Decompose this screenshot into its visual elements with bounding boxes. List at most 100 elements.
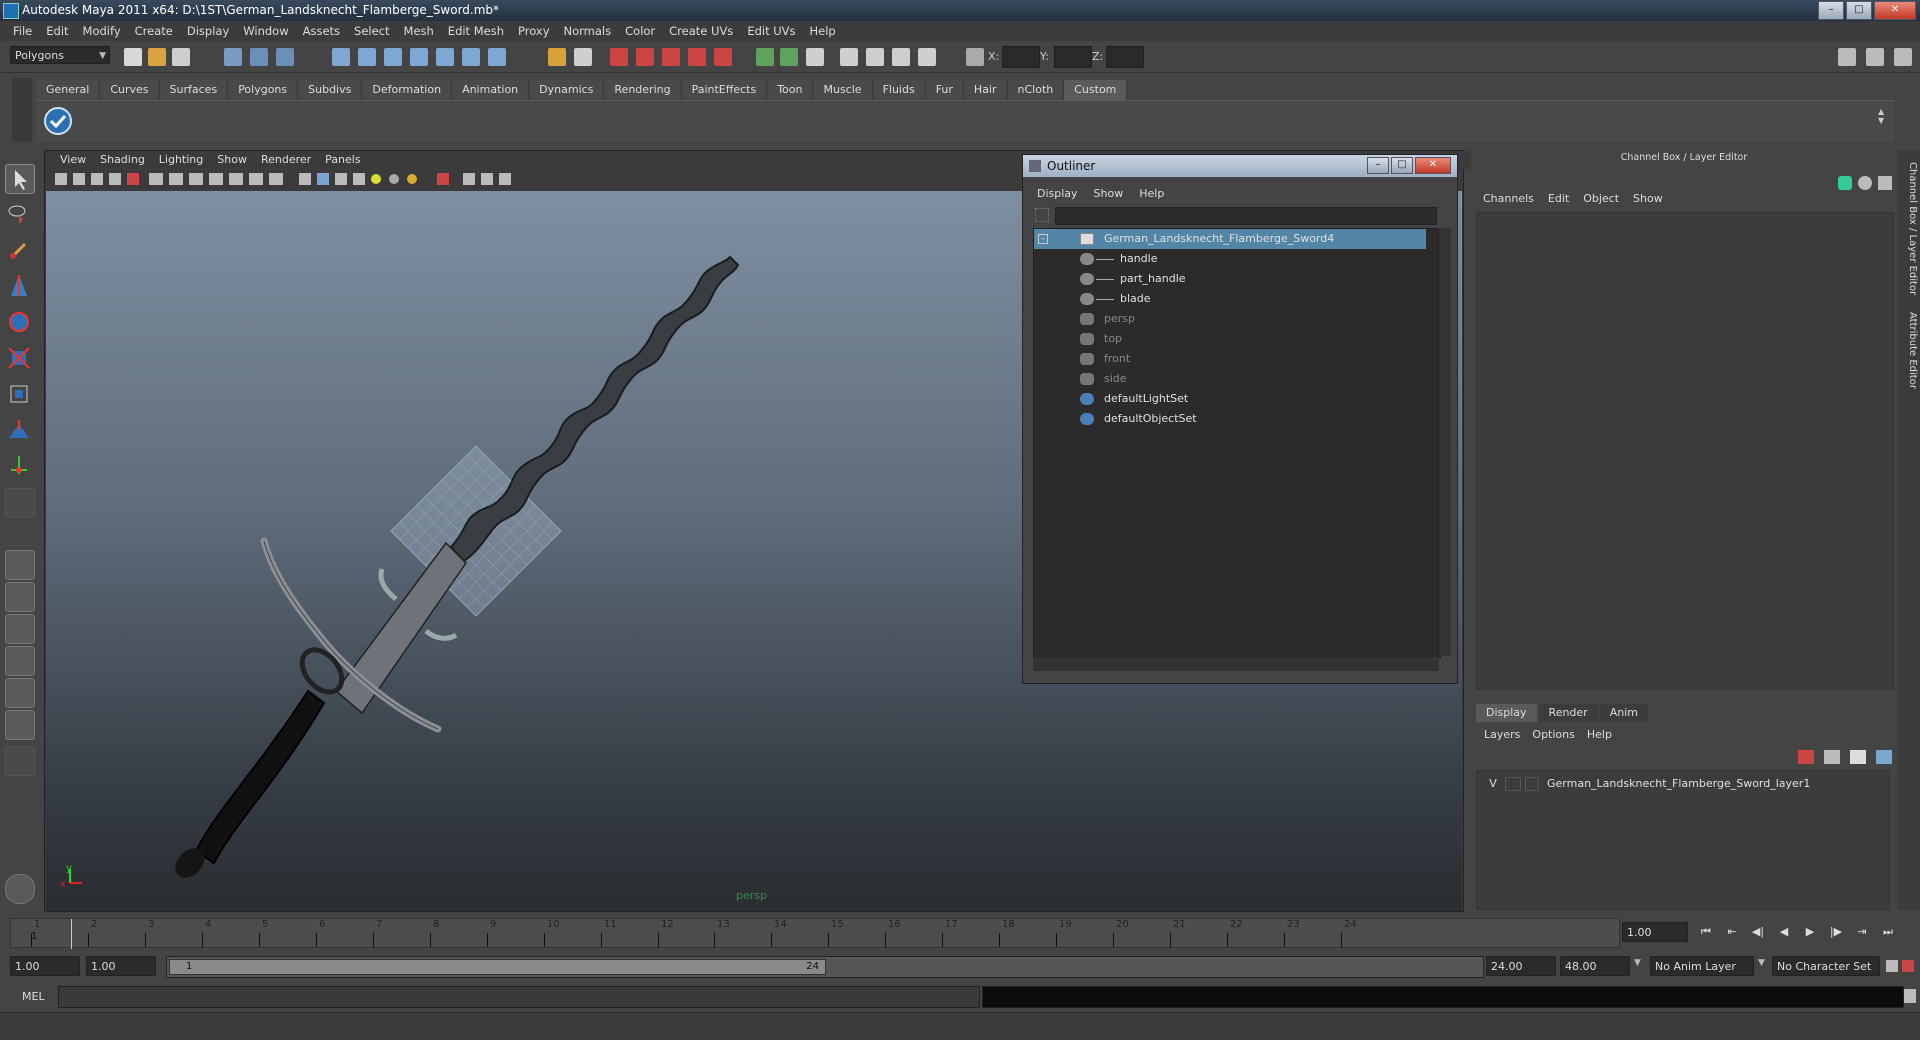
menu-window[interactable]: Window (236, 21, 295, 41)
shelf-tab-curves[interactable]: Curves (100, 80, 160, 100)
lasso-tool-icon[interactable] (5, 200, 33, 228)
mel-label[interactable]: MEL (22, 990, 45, 1003)
shelf-tab-painteffects[interactable]: PaintEffects (681, 80, 768, 100)
vp-menu-lighting[interactable]: Lighting (152, 151, 210, 169)
layer-tab-display[interactable]: Display (1476, 704, 1537, 722)
layer-menu-options[interactable]: Options (1526, 726, 1580, 744)
new-layer-selected-icon[interactable] (1876, 750, 1892, 764)
output-ops-icon[interactable] (780, 48, 798, 66)
step-forward-frame-icon[interactable]: |▶ (1826, 923, 1846, 941)
paint-select-tool-icon[interactable] (5, 236, 33, 264)
soft-modification-icon[interactable] (5, 416, 33, 444)
y-field[interactable] (1054, 46, 1092, 68)
outliner-item-side[interactable]: side (1034, 369, 1426, 389)
snap-surface-icon[interactable] (436, 48, 454, 66)
input-ops-icon[interactable] (756, 48, 774, 66)
mel-input[interactable] (58, 986, 980, 1008)
hyper-icon[interactable] (1878, 176, 1892, 190)
preferences-icon[interactable] (1902, 960, 1914, 972)
channel-box-body[interactable] (1476, 212, 1894, 690)
menu-assets[interactable]: Assets (296, 21, 347, 41)
vp-menu-panels[interactable]: Panels (318, 151, 367, 169)
layer-tab-render[interactable]: Render (1538, 704, 1598, 722)
absolute-transform-icon[interactable] (966, 48, 984, 66)
vp-menu-shading[interactable]: Shading (93, 151, 152, 169)
close-button[interactable]: ✕ (1874, 1, 1916, 20)
outliner-item-front[interactable]: front (1034, 349, 1426, 369)
persp-outliner-layout-icon[interactable] (5, 614, 35, 644)
layer-menu-help[interactable]: Help (1581, 726, 1618, 744)
shelf-tab-rendering[interactable]: Rendering (604, 80, 682, 100)
shelf-tab-surfaces[interactable]: Surfaces (159, 80, 229, 100)
new-scene-icon[interactable] (124, 48, 142, 66)
outliner-horizontal-scrollbar[interactable] (1033, 657, 1439, 671)
shelf-tab-muscle[interactable]: Muscle (813, 80, 873, 100)
shelf-tab-general[interactable]: General (36, 80, 101, 100)
filter-icon[interactable] (1035, 208, 1049, 222)
shelf-tab-fur[interactable]: Fur (925, 80, 964, 100)
outliner-item-default-object-set[interactable]: defaultObjectSet (1034, 409, 1426, 429)
outliner-menu-display[interactable]: Display (1029, 185, 1086, 203)
animation-start-field[interactable]: 1.00 (10, 956, 80, 976)
persp-graph-outliner-layout-icon[interactable] (5, 710, 35, 740)
layer-menu-layers[interactable]: Layers (1478, 726, 1526, 744)
play-backwards-icon[interactable]: ◀ (1774, 923, 1794, 941)
menu-modify[interactable]: Modify (76, 21, 128, 41)
auto-key-icon[interactable] (1886, 960, 1898, 972)
outliner-item-persp[interactable]: persp (1034, 309, 1426, 329)
minimize-button[interactable]: – (1818, 1, 1844, 20)
shelf-menu-button[interactable] (12, 78, 32, 142)
collapse-icon[interactable]: – (1038, 234, 1048, 244)
make-live-icon[interactable] (714, 48, 732, 66)
anim-layer-dropdown-icon[interactable]: ▼ (1634, 958, 1641, 968)
vp-menu-view[interactable]: View (53, 151, 93, 169)
sidebar-toggle-icon[interactable] (1838, 48, 1856, 66)
range-bar[interactable]: 1 24 (166, 956, 1484, 978)
rotate-tool-icon[interactable] (5, 308, 33, 336)
layer-up-icon[interactable] (1798, 750, 1814, 764)
layout-menu-icon[interactable] (5, 746, 35, 776)
show-manipulator-icon[interactable] (5, 452, 33, 480)
channel-box-toggle-icon[interactable] (1894, 48, 1912, 66)
layer-visibility-toggle[interactable]: V (1485, 775, 1501, 793)
playback-end-field[interactable]: 24.00 (1486, 956, 1556, 976)
cb-menu-show[interactable]: Show (1626, 190, 1670, 208)
shelf-tab-animation[interactable]: Animation (452, 80, 530, 100)
menu-file[interactable]: File (6, 21, 39, 41)
magnet-icon[interactable] (610, 48, 628, 66)
layer-tab-anim[interactable]: Anim (1599, 704, 1648, 722)
step-back-key-icon[interactable]: ⇤ (1722, 923, 1742, 941)
shelf-tab-custom[interactable]: Custom (1064, 80, 1128, 100)
outliner-vertical-scrollbar[interactable] (1438, 228, 1451, 656)
shelf-tab-toon[interactable]: Toon (767, 80, 814, 100)
outliner-close-button[interactable]: ✕ (1415, 157, 1451, 174)
persp-graph-layout-icon[interactable] (5, 646, 35, 676)
go-to-start-icon[interactable]: ⏮ (1696, 923, 1716, 941)
cb-menu-edit[interactable]: Edit (1541, 190, 1576, 208)
side-tab-attribute-editor[interactable]: Attribute Editor (1900, 312, 1918, 389)
outliner-filter-field[interactable] (1055, 207, 1437, 225)
script-editor-icon[interactable] (1904, 989, 1916, 1003)
z-field[interactable] (1106, 46, 1144, 68)
persp-hypershade-layout-icon[interactable] (5, 678, 35, 708)
maximize-button[interactable]: □ (1846, 1, 1872, 20)
menu-normals[interactable]: Normals (557, 21, 619, 41)
shelf-tab-hair[interactable]: Hair (963, 80, 1008, 100)
anim-layer-select[interactable]: No Anim Layer (1650, 956, 1754, 976)
outliner-item-top[interactable]: top (1034, 329, 1426, 349)
menu-select[interactable]: Select (347, 21, 396, 41)
ipr-render-icon[interactable] (892, 48, 910, 66)
layer-color-swatch[interactable] (1525, 777, 1539, 791)
speed-icon[interactable] (1858, 176, 1872, 190)
history-icon[interactable] (462, 48, 480, 66)
go-to-end-icon[interactable]: ⏭ (1878, 923, 1898, 941)
manipulator-icon[interactable] (1838, 176, 1852, 190)
outliner-item-blade[interactable]: blade (1034, 289, 1426, 309)
outliner-item-part-handle[interactable]: part_handle (1034, 269, 1426, 289)
time-slider[interactable]: 1 1 2 3 4 5 6 7 8 9 10 11 12 13 14 15 16 17 18 19 20 21 22 23 2… (10, 918, 1620, 949)
step-back-frame-icon[interactable]: ◀| (1748, 923, 1768, 941)
render-settings-icon[interactable] (918, 48, 936, 66)
shelf-tab-fluids[interactable]: Fluids (872, 80, 926, 100)
outliner-titlebar[interactable]: Outliner – □ ✕ (1023, 155, 1457, 177)
menu-set-select[interactable]: Polygons ▼ (10, 46, 110, 64)
